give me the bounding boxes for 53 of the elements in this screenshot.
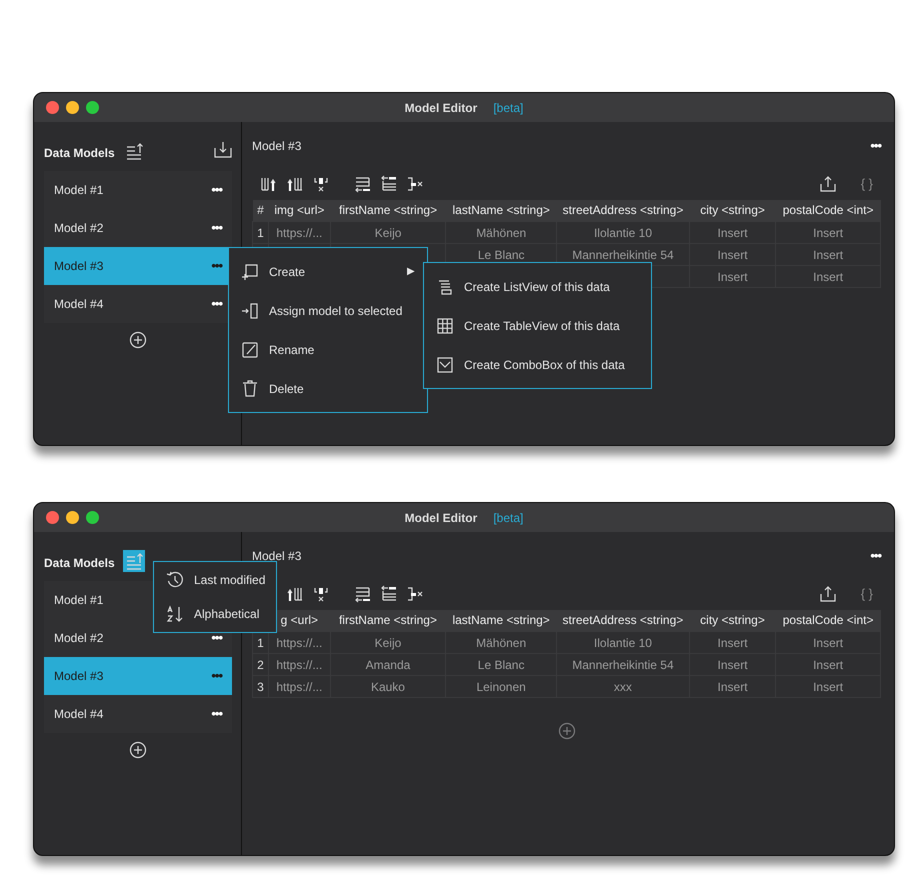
table-cell: https://...	[268, 654, 330, 676]
table-cell: Insert	[689, 244, 776, 266]
table-cell: Insert	[776, 222, 880, 244]
table-cell: 1	[252, 222, 268, 244]
table-cell: Keijo	[330, 222, 446, 244]
table-cell: Insert	[689, 632, 776, 654]
table-cell: Insert	[776, 632, 880, 654]
column-header: city <string>	[689, 200, 776, 222]
column-header: city <string>	[689, 610, 776, 632]
table-cell: Insert	[689, 654, 776, 676]
table-cell: Kauko	[330, 676, 446, 698]
model-title: Model #3	[252, 138, 302, 155]
table-cell: Ilolantie 10	[556, 632, 690, 654]
table-cell: Le Blanc	[446, 654, 557, 676]
table-cell: Ilolantie 10	[556, 222, 690, 244]
table-cell: Mannerheikintie 54	[556, 654, 690, 676]
sidebar-heading: Data Models	[44, 145, 115, 162]
table-cell: Insert	[689, 676, 776, 698]
table-cell: Leinonen	[446, 676, 557, 698]
column-header: #	[252, 200, 268, 222]
beta-label: [beta]	[493, 510, 524, 526]
column-header: lastName <string>	[446, 200, 557, 222]
table-cell: https://...	[268, 676, 330, 698]
table-cell: Mähönen	[446, 632, 557, 654]
table-cell: https://...	[268, 222, 330, 244]
model-title: Model #3	[252, 548, 302, 565]
column-header: lastName <string>	[446, 610, 557, 632]
table-cell: Mähönen	[446, 222, 557, 244]
submenu-arrow: ▶	[407, 265, 415, 279]
beta-label: [beta]	[493, 100, 524, 116]
table-cell: Insert	[776, 244, 880, 266]
table-cell: https://...	[268, 632, 330, 654]
table-cell: 3	[252, 676, 268, 698]
table-cell: Insert	[776, 654, 880, 676]
table-cell: xxx	[556, 676, 690, 698]
window-title: Model Editor	[404, 510, 478, 526]
column-header: streetAddress <string>	[556, 200, 690, 222]
sidebar-heading: Data Models	[44, 555, 115, 572]
column-header: firstName <string>	[330, 200, 446, 222]
column-header: firstName <string>	[330, 610, 446, 632]
table-cell: Insert	[776, 266, 880, 288]
window-title: Model Editor	[404, 100, 478, 116]
column-header: postalCode <int>	[776, 610, 880, 632]
column-header: img <url>	[268, 200, 330, 222]
column-header: streetAddress <string>	[556, 610, 690, 632]
table-cell: 2	[252, 654, 268, 676]
table-cell: 1	[252, 632, 268, 654]
table-cell: Insert	[689, 266, 776, 288]
table-cell: Insert	[689, 222, 776, 244]
table-cell: Insert	[776, 676, 880, 698]
table-cell: Keijo	[330, 632, 446, 654]
column-header: postalCode <int>	[776, 200, 880, 222]
table-cell: Amanda	[330, 654, 446, 676]
